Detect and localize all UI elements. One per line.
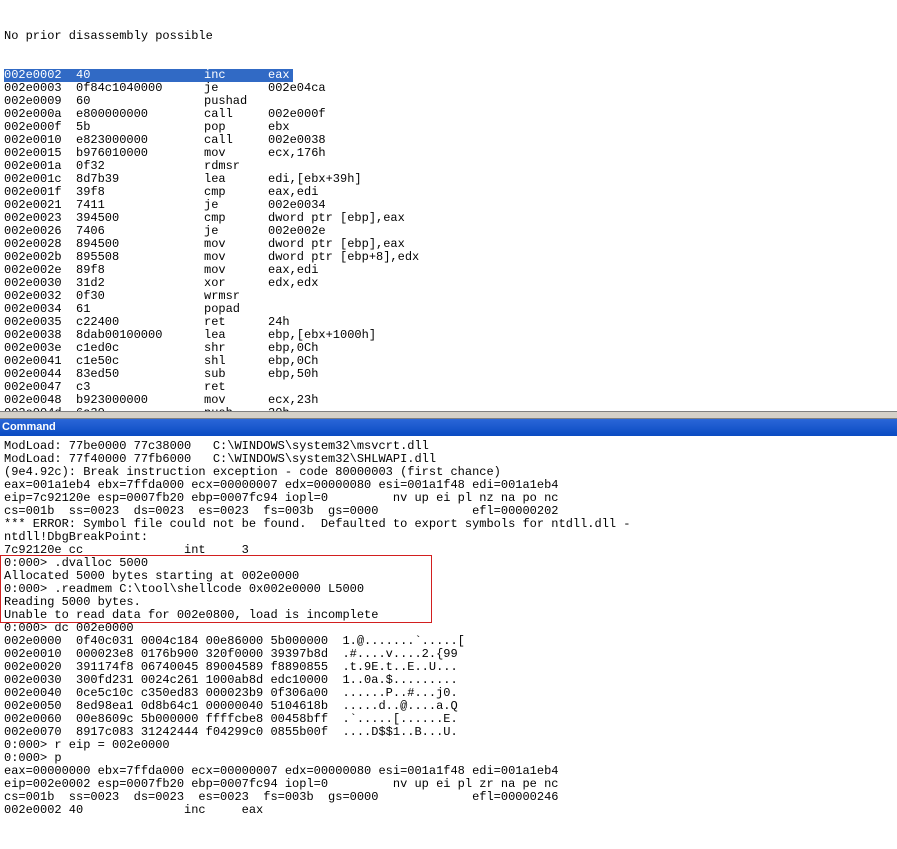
command-prompt-line: 0:000> r eip = 002e0000 [4, 738, 170, 752]
instruction-operands: ebp,50h [268, 367, 319, 381]
instruction-bytes: 0f84c1040000 [76, 81, 163, 95]
command-output-line: 002e0002 40 inc eax [4, 803, 264, 817]
pane-splitter[interactable] [0, 411, 897, 419]
command-window[interactable]: ModLoad: 77be0000 77c38000 C:\WINDOWS\sy… [0, 436, 897, 849]
command-output: ModLoad: 77be0000 77c38000 C:\WINDOWS\sy… [4, 440, 631, 817]
instruction-bytes: 83ed50 [76, 367, 120, 381]
instruction-operands: ecx,176h [268, 146, 326, 160]
instruction-operands: 002e04ca [268, 81, 326, 95]
instruction-operands: edx,edx [268, 276, 319, 290]
command-window-title: Command [0, 419, 897, 436]
instruction-bytes: 0f30 [76, 289, 105, 303]
instruction-bytes: e800000000 [76, 107, 149, 121]
disassembly-header: No prior disassembly possible [4, 29, 213, 43]
disassembly-listing[interactable]: No prior disassembly possible 002e0002 40… [4, 4, 419, 411]
disassembly-window[interactable]: No prior disassembly possible 002e0002 40… [0, 0, 897, 411]
